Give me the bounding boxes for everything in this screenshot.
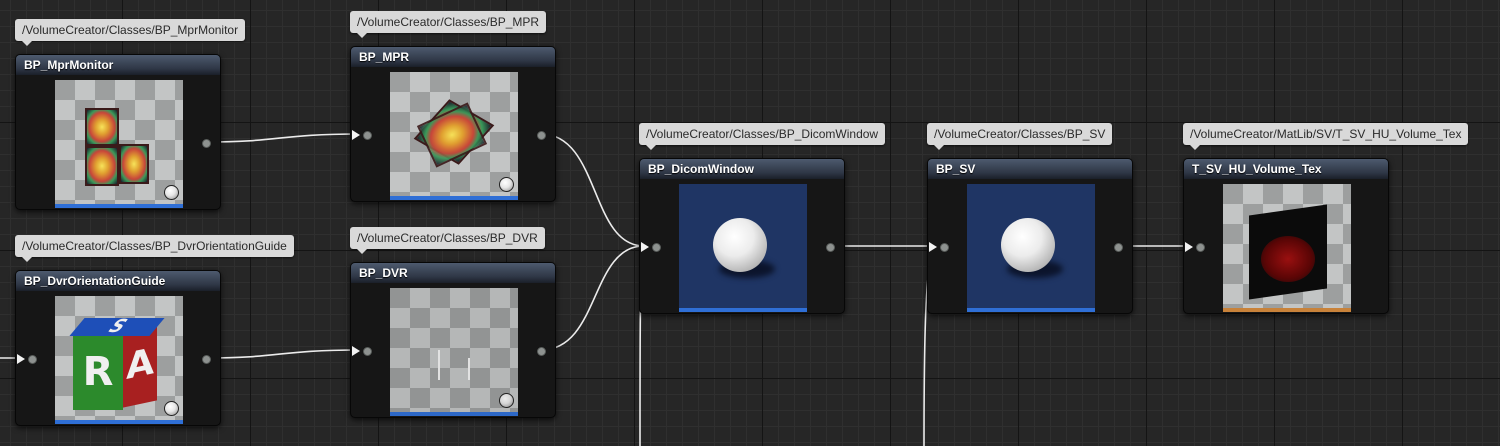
volume-density — [1261, 236, 1315, 282]
material-ball-icon — [499, 393, 514, 408]
orientation-cube-thumbnail: R A S — [55, 296, 183, 424]
sphere-thumbnail — [679, 184, 807, 312]
input-pin[interactable] — [28, 355, 37, 364]
output-pin[interactable] — [537, 347, 546, 356]
input-pin-arrow-icon — [641, 242, 649, 252]
mri-slice-image — [119, 144, 149, 184]
node-bp-sv[interactable]: BP_SV — [927, 158, 1133, 314]
cube-face-front: R — [73, 334, 123, 410]
output-pin[interactable] — [202, 139, 211, 148]
material-ball-icon — [164, 185, 179, 200]
mri-slice-image — [85, 108, 119, 146]
path-tooltip-dvr: /VolumeCreator/Classes/BP_DVR — [350, 227, 545, 254]
input-pin[interactable] — [363, 131, 372, 140]
node-title: BP_MPR — [351, 47, 555, 67]
node-title: BP_MprMonitor — [16, 55, 220, 75]
sphere-thumbnail — [967, 184, 1095, 312]
node-bp-dvrorientationguide[interactable]: BP_DvrOrientationGuide R A S — [15, 270, 221, 426]
volume-texture-thumbnail — [1223, 184, 1351, 312]
input-pin-arrow-icon — [929, 242, 937, 252]
mpr-planes-thumbnail — [390, 72, 518, 200]
node-title: BP_DicomWindow — [640, 159, 844, 179]
cube-face-top: S — [69, 316, 165, 337]
node-title: T_SV_HU_Volume_Tex — [1184, 159, 1388, 179]
output-pin[interactable] — [1114, 243, 1123, 252]
input-pin[interactable] — [363, 347, 372, 356]
input-pin-arrow-icon — [352, 130, 360, 140]
input-pin-arrow-icon — [1185, 242, 1193, 252]
mri-slice-image — [85, 146, 119, 186]
node-bp-dvr[interactable]: BP_DVR — [350, 262, 556, 418]
dvr-marker — [438, 350, 440, 380]
output-pin[interactable] — [202, 355, 211, 364]
wire-dvr-to-dicomwindow — [540, 245, 645, 351]
node-title: BP_SV — [928, 159, 1132, 179]
node-bp-mpr[interactable]: BP_MPR — [350, 46, 556, 202]
path-tooltip-mpr-monitor: /VolumeCreator/Classes/BP_MprMonitor — [15, 19, 246, 46]
path-tooltip-dicom-window: /VolumeCreator/Classes/BP_DicomWindow — [639, 123, 886, 150]
output-pin[interactable] — [826, 243, 835, 252]
wire-mpr-to-dicomwindow — [540, 133, 645, 247]
output-pin[interactable] — [537, 131, 546, 140]
input-pin-arrow-icon — [17, 354, 25, 364]
sphere-preview-icon — [1001, 218, 1055, 272]
node-t-sv-hu-volume-tex[interactable]: T_SV_HU_Volume_Tex — [1183, 158, 1389, 314]
dvr-marker — [468, 358, 470, 380]
input-pin[interactable] — [1196, 243, 1205, 252]
node-title: BP_DvrOrientationGuide — [16, 271, 220, 291]
input-pin-arrow-icon — [352, 346, 360, 356]
wire-dvrguide-to-dvr — [205, 349, 359, 359]
input-pin[interactable] — [940, 243, 949, 252]
path-tooltip-mpr: /VolumeCreator/Classes/BP_MPR — [350, 11, 547, 38]
mri-monitor-thumbnail — [55, 80, 183, 208]
path-tooltip-sv: /VolumeCreator/Classes/BP_SV — [927, 123, 1113, 150]
material-ball-icon — [164, 401, 179, 416]
sphere-preview-icon — [713, 218, 767, 272]
node-bp-mprmonitor[interactable]: BP_MprMonitor — [15, 54, 221, 210]
mri-plane — [416, 102, 488, 168]
input-pin[interactable] — [652, 243, 661, 252]
material-ball-icon — [499, 177, 514, 192]
wire-mprmonitor-to-mpr — [205, 133, 359, 143]
dvr-thumbnail — [390, 288, 518, 416]
node-title: BP_DVR — [351, 263, 555, 283]
path-tooltip-volume-tex: /VolumeCreator/MatLib/SV/T_SV_HU_Volume_… — [1183, 123, 1469, 150]
path-tooltip-dvr-orientation: /VolumeCreator/Classes/BP_DvrOrientation… — [15, 235, 294, 262]
node-bp-dicomwindow[interactable]: BP_DicomWindow — [639, 158, 845, 314]
